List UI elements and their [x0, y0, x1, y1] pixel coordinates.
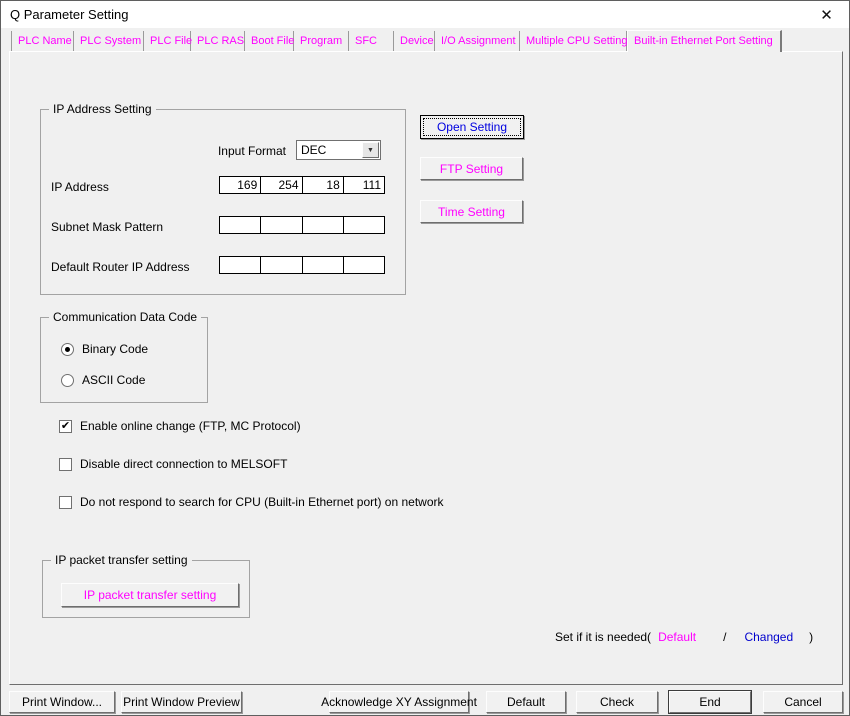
checkbox-checked-icon[interactable]: ✔ [59, 420, 72, 433]
print-window-button[interactable]: Print Window... [9, 691, 115, 713]
input-format-select[interactable]: DEC ▼ [296, 140, 381, 160]
binary-code-radio[interactable]: Binary Code [61, 342, 148, 356]
tab-device[interactable]: Device [394, 31, 435, 51]
default-router-octet-4[interactable] [343, 257, 384, 273]
tab-plc-system[interactable]: PLC System [74, 31, 144, 51]
close-icon[interactable]: ✕ [804, 1, 849, 28]
legend-suffix: ) [809, 630, 813, 644]
radio-unselected-icon[interactable] [61, 374, 74, 387]
ip-address-octet-1[interactable]: 169 [220, 177, 260, 193]
checkbox-unchecked-icon[interactable] [59, 496, 72, 509]
input-format-value: DEC [297, 141, 361, 159]
tab-multiple-cpu-setting[interactable]: Multiple CPU Setting [520, 31, 627, 51]
tab-io-assignment[interactable]: I/O Assignment [435, 31, 520, 51]
q-parameter-setting-dialog: Q Parameter Setting ✕ PLC Name PLC Syste… [0, 0, 850, 716]
ip-address-setting-group: IP Address Setting Input Format DEC ▼ IP… [40, 109, 406, 295]
ftp-setting-button[interactable]: FTP Setting [420, 157, 523, 180]
time-setting-button[interactable]: Time Setting [420, 200, 523, 223]
binary-code-label: Binary Code [82, 342, 148, 356]
subnet-mask-octet-1[interactable] [220, 217, 260, 233]
legend-separator: / [723, 630, 726, 644]
print-window-preview-button[interactable]: Print Window Preview [121, 691, 242, 713]
title-bar: Q Parameter Setting ✕ [1, 1, 849, 28]
window-title: Q Parameter Setting [10, 1, 129, 28]
ip-address-setting-group-label: IP Address Setting [49, 102, 156, 116]
default-router-fields [219, 256, 385, 274]
input-format-label: Input Format [186, 144, 286, 158]
do-not-respond-search-checkbox[interactable]: Do not respond to search for CPU (Built-… [59, 495, 444, 509]
ip-address-octet-4[interactable]: 111 [343, 177, 384, 193]
default-button[interactable]: Default [486, 691, 566, 713]
disable-direct-connection-checkbox[interactable]: Disable direct connection to MELSOFT [59, 457, 287, 471]
disable-direct-connection-label: Disable direct connection to MELSOFT [80, 457, 287, 471]
tab-boot-file[interactable]: Boot File [245, 31, 294, 51]
communication-data-code-group-label: Communication Data Code [49, 310, 201, 324]
default-router-octet-2[interactable] [260, 257, 301, 273]
do-not-respond-search-label: Do not respond to search for CPU (Built-… [80, 495, 444, 509]
default-router-label: Default Router IP Address [51, 260, 190, 274]
tab-plc-name[interactable]: PLC Name [12, 31, 74, 51]
tab-built-in-ethernet-port-setting[interactable]: Built-in Ethernet Port Setting [627, 30, 782, 52]
enable-online-change-label: Enable online change (FTP, MC Protocol) [80, 419, 301, 433]
ethernet-port-setting-page: IP Address Setting Input Format DEC ▼ IP… [9, 51, 843, 685]
legend-changed: Changed [744, 630, 793, 644]
legend-default: Default [658, 630, 696, 644]
ip-address-fields: 169 254 18 111 [219, 176, 385, 194]
ip-address-label: IP Address [51, 180, 109, 194]
subnet-mask-fields [219, 216, 385, 234]
chevron-down-icon[interactable]: ▼ [362, 142, 379, 158]
tab-program[interactable]: Program [294, 31, 349, 51]
subnet-mask-octet-3[interactable] [302, 217, 343, 233]
default-router-octet-3[interactable] [302, 257, 343, 273]
ip-address-octet-2[interactable]: 254 [260, 177, 301, 193]
open-setting-button[interactable]: Open Setting [420, 115, 524, 139]
tab-sfc[interactable]: SFC [349, 31, 394, 51]
subnet-mask-octet-2[interactable] [260, 217, 301, 233]
parameter-tab-strip: PLC Name PLC System PLC File PLC RAS Boo… [11, 31, 782, 51]
check-button[interactable]: Check [576, 691, 658, 713]
tab-plc-ras[interactable]: PLC RAS [191, 31, 245, 51]
ip-packet-transfer-group: IP packet transfer setting IP packet tra… [42, 560, 250, 618]
tab-plc-file[interactable]: PLC File [144, 31, 191, 51]
ip-packet-transfer-group-label: IP packet transfer setting [51, 553, 192, 567]
end-button[interactable]: End [669, 691, 751, 713]
default-router-octet-1[interactable] [220, 257, 260, 273]
ip-address-octet-3[interactable]: 18 [302, 177, 343, 193]
checkbox-unchecked-icon[interactable] [59, 458, 72, 471]
ip-packet-transfer-setting-button[interactable]: IP packet transfer setting [61, 583, 239, 607]
subnet-mask-octet-4[interactable] [343, 217, 384, 233]
cancel-button[interactable]: Cancel [763, 691, 843, 713]
subnet-mask-label: Subnet Mask Pattern [51, 220, 163, 234]
communication-data-code-group: Communication Data Code Binary Code ASCI… [40, 317, 208, 403]
radio-selected-icon[interactable] [61, 343, 74, 356]
set-if-needed-legend: Set if it is needed( Default / Changed ) [555, 630, 813, 644]
ascii-code-radio[interactable]: ASCII Code [61, 373, 145, 387]
legend-prefix: Set if it is needed( [555, 630, 651, 644]
enable-online-change-checkbox[interactable]: ✔ Enable online change (FTP, MC Protocol… [59, 419, 301, 433]
ascii-code-label: ASCII Code [82, 373, 145, 387]
acknowledge-xy-assignment-button[interactable]: Acknowledge XY Assignment [329, 691, 469, 713]
